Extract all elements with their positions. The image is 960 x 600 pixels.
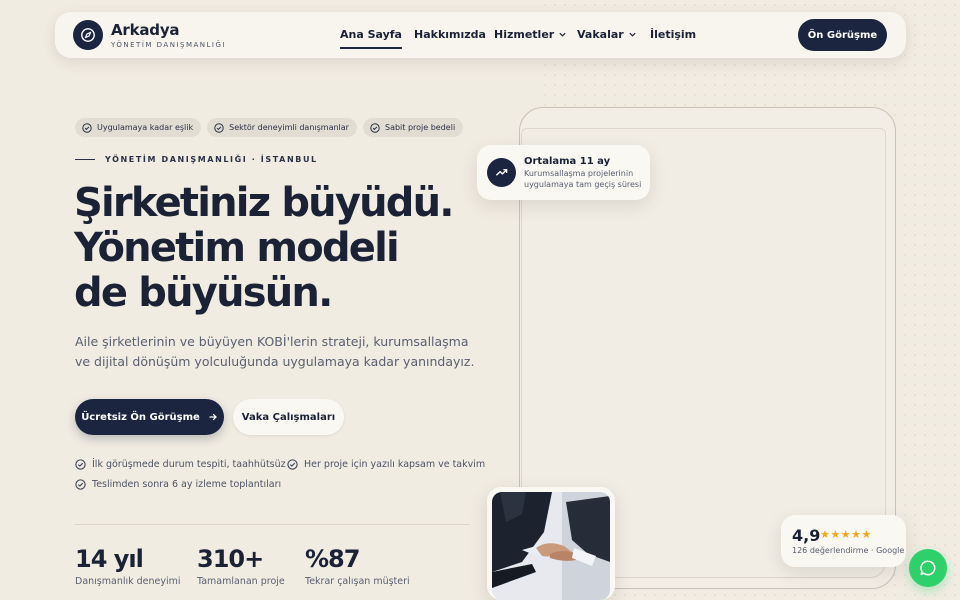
button-label: Ücretsiz Ön Görüşme [81,411,200,423]
navbar: Arkadya YÖNETİM DANIŞMANLIĞI Ana Sayfa H… [55,12,906,58]
stat-label: Tekrar çalışan müşteri [305,576,410,587]
check-circle-icon [82,122,92,133]
hero-headline: Şirketiniz büyüdü. Yönetim modeli de büy… [74,181,494,316]
case-studies-button[interactable]: Vaka Çalışmaları [233,399,344,435]
chip-label: Uygulamaya kadar eşlik [97,123,194,132]
chevron-down-icon [559,32,566,37]
stat-value: 14 yıl [75,545,144,573]
feature-chips: Uygulamaya kadar eşlik Sektör deneyimli … [75,118,464,137]
check-text: Teslimden sonra 6 ay izleme toplantıları [92,479,282,490]
nav-item-label: Hakkımızda [414,28,486,41]
check-item: İlk görüşmede durum tespiti, taahhütsüz [75,459,286,470]
rating-meta: 126 değerlendirme · Google [792,546,905,555]
check-item: Teslimden sonra 6 ay izleme toplantıları [75,479,281,490]
check-circle-icon [75,479,86,490]
nav-item-hakkimizda[interactable]: Hakkımızda [414,28,486,41]
compass-logo-icon[interactable] [73,20,103,50]
headline-line: Şirketiniz büyüdü. [74,180,455,226]
nav-item-label: Hizmetler [494,28,555,41]
duration-card-title: Ortalama 11 ay [524,156,611,167]
chip-label: Sektör deneyimli danışmanlar [229,123,349,132]
handshake-image [492,492,610,600]
check-item: Her proje için yazılı kapsam ve takvim [287,459,485,470]
chip: Uygulamaya kadar eşlik [75,118,202,137]
google-rating-card[interactable]: 4,9 ★★★★★ 126 değerlendirme · Google [781,515,906,567]
check-circle-icon [214,122,224,133]
stat-value: 310+ [197,545,264,573]
nav-item-vakalar[interactable]: Vakalar [577,28,637,41]
chat-bubble-icon [920,560,936,576]
whatsapp-chat-button[interactable] [909,549,947,587]
nav-item-label: Vakalar [577,28,624,41]
check-circle-icon [370,122,380,133]
eyebrow-text: YÖNETİM DANIŞMANLIĞI · İSTANBUL [105,155,318,164]
divider [75,524,470,525]
free-consultation-button[interactable]: Ücretsiz Ön Görüşme [75,399,224,435]
stat-label: Tamamlanan proje [197,576,285,587]
on-gorusme-button[interactable]: Ön Görüşme [798,19,887,51]
nav-item-iletisim[interactable]: İletişim [650,28,696,41]
nav-item-ana-sayfa[interactable]: Ana Sayfa [340,28,402,49]
duration-card-subtitle: Kurumsallaşma projelerinin uygulamaya ta… [524,169,642,189]
nav-item-label: Ana Sayfa [340,28,402,41]
headline-line: Yönetim modeli [74,225,400,271]
check-circle-icon [287,459,298,470]
brand-name[interactable]: Arkadya [111,21,180,39]
headline-line: de büyüsün. [74,270,333,316]
arrow-right-icon [209,413,217,421]
hero-lead: Aile şirketlerinin ve büyüyen KOBİ'lerin… [75,334,475,369]
chevron-down-icon [629,32,636,37]
trending-up-icon [487,158,516,187]
handshake-photo [487,487,615,600]
duration-card: Ortalama 11 ay Kurumsallaşma projelerini… [477,145,650,200]
check-text: İlk görüşmede durum tespiti, taahhütsüz [92,459,286,470]
chip: Sabit proje bedeli [362,118,464,137]
star-rating-icon: ★★★★★ [820,528,872,541]
eyebrow-line [75,159,95,160]
chip: Sektör deneyimli danışmanlar [207,118,357,137]
brand-tagline: YÖNETİM DANIŞMANLIĞI [111,41,226,49]
stat-value: %87 [305,545,360,573]
chip-label: Sabit proje bedeli [384,123,456,132]
rating-score: 4,9 [792,526,821,545]
check-text: Her proje için yazılı kapsam ve takvim [304,459,486,470]
nav-item-label: İletişim [650,28,697,41]
nav-item-hizmetler[interactable]: Hizmetler [494,28,567,41]
stat-label: Danışmanlık deneyimi [75,576,181,587]
check-circle-icon [75,459,86,470]
eyebrow: YÖNETİM DANIŞMANLIĞI · İSTANBUL [75,155,318,164]
